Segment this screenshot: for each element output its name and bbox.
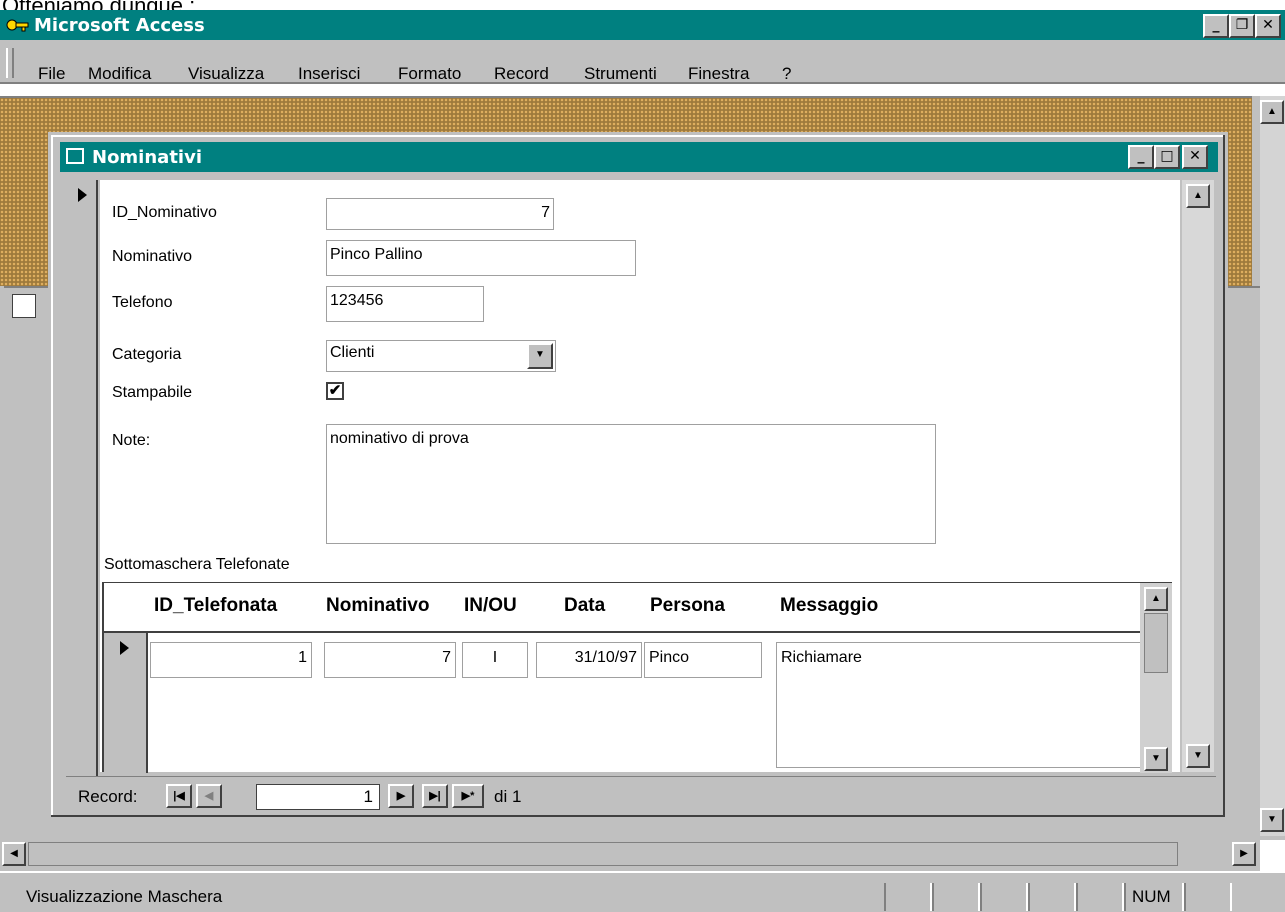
form-minimize-button[interactable]: _ [1128, 145, 1154, 169]
menu-file[interactable]: File [38, 64, 65, 84]
subform-vertical-scrollbar[interactable]: ▲ ▼ [1140, 583, 1172, 773]
menu-visualizza[interactable]: Visualizza [188, 64, 264, 84]
app-titlebar: Microsoft Access _ ❐ ✕ [0, 10, 1285, 40]
col-persona: Persona [650, 595, 725, 616]
form-scroll-down-icon[interactable]: ▼ [1186, 744, 1210, 768]
menu-record[interactable]: Record [494, 64, 549, 84]
access-key-icon [6, 19, 29, 32]
cell-messaggio[interactable]: Richiamare [776, 642, 1144, 768]
status-text: Visualizzazione Maschera [26, 887, 223, 906]
id-nominativo-field[interactable]: 7 [326, 198, 554, 230]
status-panel-6 [1184, 883, 1232, 911]
subform-scroll-thumb[interactable] [1144, 613, 1168, 673]
form-scroll-up-icon[interactable]: ▲ [1186, 184, 1210, 208]
form-vertical-scrollbar[interactable]: ▲ ▼ [1182, 180, 1214, 772]
next-record-icon[interactable]: ▶ [388, 784, 414, 808]
database-window-icon [12, 294, 36, 318]
minimize-button[interactable]: _ [1203, 14, 1229, 38]
cell-id-telefonata[interactable]: 1 [150, 642, 312, 678]
categoria-value: Clienti [330, 344, 375, 361]
cell-data[interactable]: 31/10/97 [536, 642, 642, 678]
menu-finestra[interactable]: Finestra [688, 64, 749, 84]
form-maximize-button[interactable]: □ [1154, 145, 1180, 169]
record-total: di 1 [494, 787, 522, 806]
app-title: Microsoft Access [34, 15, 205, 36]
form-icon [66, 148, 84, 164]
subform-telefonate: ID_Telefonata Nominativo IN/OU Data Pers… [102, 582, 1172, 773]
subform-record-selector[interactable] [104, 633, 148, 773]
record-navigation-bar: Record: |◀ ◀ 1 ▶ ▶| ▶* di 1 [66, 776, 1216, 814]
nominativo-label: Nominativo [112, 248, 193, 265]
status-panel-4 [1028, 883, 1076, 911]
stampabile-label: Stampabile [112, 384, 193, 401]
menu-modifica[interactable]: Modifica [88, 64, 151, 84]
telefono-field[interactable]: 123456 [326, 286, 484, 322]
current-record-arrow-icon [78, 188, 87, 202]
id-nominativo-label: ID_Nominativo [112, 204, 217, 221]
telefono-label: Telefono [112, 294, 173, 311]
record-label: Record: [78, 787, 138, 806]
menu-grip [6, 48, 14, 78]
new-record-icon[interactable]: ▶* [452, 784, 484, 808]
main-vertical-scrollbar[interactable]: ▲ ▼ [1260, 96, 1285, 836]
menu-inserisci[interactable]: Inserisci [298, 64, 360, 84]
col-id-telefonata: ID_Telefonata [154, 595, 278, 616]
first-record-icon[interactable]: |◀ [166, 784, 192, 808]
note-field[interactable]: nominativo di prova [326, 424, 936, 544]
num-lock-text: NUM [1132, 887, 1171, 906]
status-panel-3 [980, 883, 1028, 911]
subform-label: Sottomaschera Telefonate [104, 556, 290, 573]
last-record-icon[interactable]: ▶| [422, 784, 448, 808]
menu-help[interactable]: ? [782, 64, 791, 84]
scroll-down-icon[interactable]: ▼ [1260, 808, 1284, 832]
cell-in-ou[interactable]: I [462, 642, 528, 678]
categoria-label: Categoria [112, 346, 182, 363]
menu-bar: File Modifica Visualizza Inserisci Forma… [0, 40, 1285, 84]
col-messaggio: Messaggio [780, 595, 879, 616]
nominativo-field[interactable]: Pinco Pallino [326, 240, 636, 276]
scroll-thumb[interactable] [28, 842, 1178, 866]
scroll-right-icon[interactable]: ▶ [1232, 842, 1256, 866]
cell-nominativo[interactable]: 7 [324, 642, 456, 678]
form-titlebar: Nominativi _ □ ✕ [60, 142, 1218, 172]
subform-scroll-down-icon[interactable]: ▼ [1144, 747, 1168, 771]
col-in-ou: IN/OU [464, 595, 517, 616]
main-horizontal-scrollbar[interactable]: ◀ ▶ [0, 838, 1260, 871]
subform-header-divider [104, 631, 1140, 633]
stampabile-checkbox[interactable]: ✔ [326, 382, 344, 400]
col-nominativo: Nominativo [326, 595, 430, 616]
menu-strumenti[interactable]: Strumenti [584, 64, 657, 84]
subform-scroll-up-icon[interactable]: ▲ [1144, 587, 1168, 611]
page-caption: Otteniamo dunque : [0, 0, 1285, 10]
record-number-field[interactable]: 1 [256, 784, 380, 810]
chevron-down-icon[interactable]: ▼ [527, 343, 553, 369]
record-selector[interactable] [66, 180, 98, 780]
status-bar: Visualizzazione Maschera NUM [0, 871, 1285, 912]
status-panel-2 [932, 883, 980, 911]
menu-formato[interactable]: Formato [398, 64, 461, 84]
form-close-button[interactable]: ✕ [1182, 145, 1208, 169]
subform-current-record-icon [120, 641, 129, 655]
status-panel-5 [1076, 883, 1124, 911]
num-lock-indicator: NUM [1124, 883, 1184, 911]
form-title: Nominativi [92, 147, 202, 168]
note-label: Note: [112, 432, 151, 449]
scroll-up-icon[interactable]: ▲ [1260, 100, 1284, 124]
col-data: Data [564, 595, 606, 616]
cell-persona[interactable]: Pinco [644, 642, 762, 678]
previous-record-icon[interactable]: ◀ [196, 784, 222, 808]
restore-button[interactable]: ❐ [1229, 14, 1255, 38]
close-button[interactable]: ✕ [1255, 14, 1281, 38]
scroll-left-icon[interactable]: ◀ [2, 842, 26, 866]
categoria-select[interactable]: Clienti ▼ [326, 340, 556, 372]
status-panel-1 [884, 883, 932, 911]
